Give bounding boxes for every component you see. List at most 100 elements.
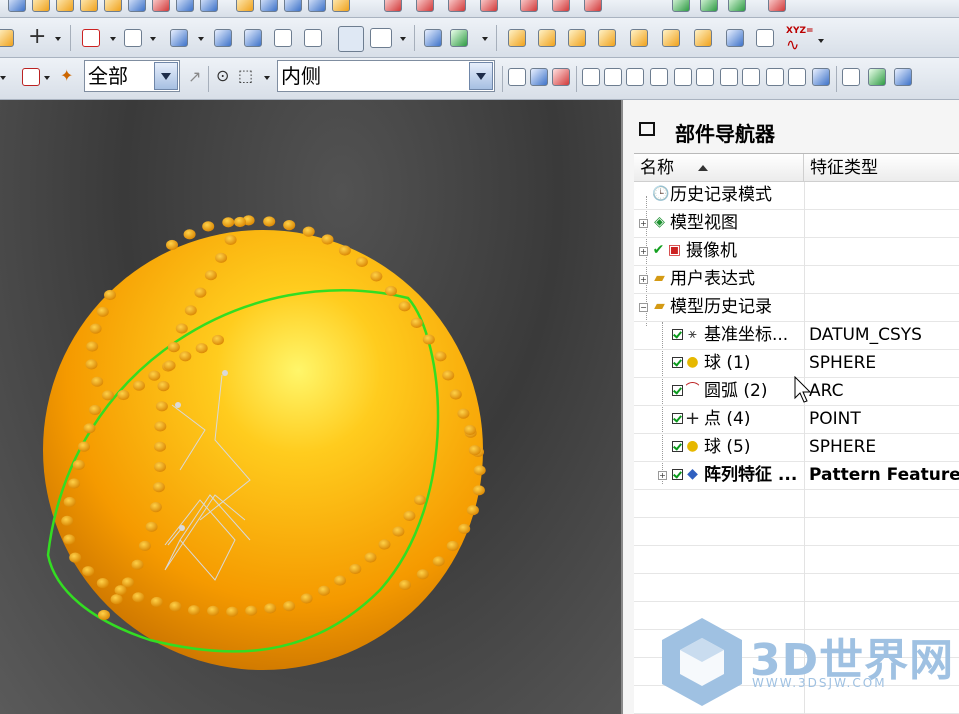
hidden-wireframe-icon[interactable]	[304, 29, 322, 47]
trim-icon[interactable]	[416, 0, 434, 12]
selection-scope-combo[interactable]: 内侧	[277, 60, 495, 92]
sew-icon[interactable]	[728, 0, 746, 12]
arc-tool-icon[interactable]	[552, 0, 570, 12]
reposition-icon[interactable]	[450, 29, 468, 47]
shaded-icon[interactable]	[170, 29, 188, 47]
snap-line-icon[interactable]	[604, 68, 622, 86]
sweep-icon[interactable]	[80, 0, 98, 12]
wave-icon[interactable]: ∿	[786, 36, 799, 54]
spline-icon[interactable]	[480, 0, 498, 12]
tree-row-datum-csys[interactable]: ⚹ 基准坐标... DATUM_CSYS	[634, 322, 959, 350]
extrude-icon[interactable]	[32, 0, 50, 12]
type-filter-combo[interactable]: 全部	[84, 60, 180, 92]
tree-row-sphere-5[interactable]: ● 球 (5) SPHERE	[634, 434, 959, 462]
crosshair-icon[interactable]: +	[28, 26, 46, 48]
tree-row-sphere-1[interactable]: ● 球 (1) SPHERE	[634, 350, 959, 378]
surface-icon[interactable]	[672, 0, 690, 12]
chevron-down-icon[interactable]	[198, 37, 204, 41]
snap-quadrant-small-icon[interactable]	[742, 68, 760, 86]
select-face-icon[interactable]	[530, 68, 548, 86]
file-icon[interactable]	[8, 0, 26, 12]
snap-curve-icon[interactable]	[650, 68, 668, 86]
tree-row-pattern-feature[interactable]: + ◆ 阵列特征 ... Pattern Feature	[634, 462, 959, 490]
snap-tangent-icon[interactable]	[674, 68, 692, 86]
curve-icon[interactable]	[448, 0, 466, 12]
visibility-checkbox[interactable]	[672, 413, 683, 424]
snap-control-icon[interactable]	[568, 29, 586, 47]
tree-row-cameras[interactable]: + ✔ ▣ 摄像机	[634, 238, 959, 266]
chevron-down-icon[interactable]	[482, 37, 488, 41]
visibility-checkbox[interactable]	[672, 469, 683, 480]
tree-row-model-views[interactable]: + ◈ 模型视图	[634, 210, 959, 238]
unite-icon[interactable]	[200, 0, 218, 12]
graphics-viewport[interactable]	[0, 100, 621, 714]
select-body-icon[interactable]	[508, 68, 526, 86]
chevron-down-icon[interactable]	[0, 76, 6, 80]
chevron-down-icon[interactable]	[110, 37, 116, 41]
boss-icon[interactable]	[152, 0, 170, 12]
snap-intersect-icon[interactable]	[696, 68, 714, 86]
snap-on-face-icon[interactable]	[756, 29, 774, 47]
cone-icon[interactable]	[260, 0, 278, 12]
revolve-icon[interactable]	[56, 0, 74, 12]
shaded-edges-icon[interactable]	[214, 29, 232, 47]
select-feature-icon[interactable]	[552, 68, 570, 86]
selection-scope-dropdown-button[interactable]	[469, 62, 493, 90]
visibility-checkbox[interactable]	[672, 329, 683, 340]
column-header-type[interactable]: 特征类型	[804, 154, 959, 182]
snap-endpoint-small-icon[interactable]	[582, 68, 600, 86]
chevron-down-icon[interactable]	[55, 37, 61, 41]
snap-point-icon[interactable]: ✦	[60, 67, 73, 85]
grid-icon[interactable]	[842, 68, 860, 86]
background-icon[interactable]	[370, 28, 392, 48]
display-icon[interactable]	[894, 68, 912, 86]
tree-row-history-mode[interactable]: 🕒 历史记录模式	[634, 182, 959, 210]
edit-feature-icon[interactable]	[384, 0, 402, 12]
face-icon[interactable]	[700, 0, 718, 12]
chevron-down-icon[interactable]	[818, 39, 824, 43]
snap-existing-point-icon[interactable]	[694, 29, 712, 47]
collapse-icon[interactable]: −	[639, 303, 648, 312]
subtract-icon[interactable]	[308, 0, 326, 12]
visibility-checkbox[interactable]	[672, 357, 683, 368]
offset-curve-icon[interactable]	[768, 0, 786, 12]
tree-row-model-history[interactable]: − ▰ 模型历史记录	[634, 294, 959, 322]
studio-icon[interactable]	[244, 29, 262, 47]
move-object-icon[interactable]	[424, 29, 442, 47]
wireframe-icon[interactable]	[274, 29, 292, 47]
snap-center-icon[interactable]	[630, 29, 648, 47]
section-view-icon[interactable]	[124, 29, 142, 47]
chevron-down-icon[interactable]	[400, 37, 406, 41]
snap-circle-center-icon[interactable]	[720, 68, 738, 86]
snap-face-icon[interactable]	[812, 68, 830, 86]
type-filter-dropdown-button[interactable]	[154, 62, 178, 90]
visibility-checkbox[interactable]	[672, 441, 683, 452]
intersect-icon[interactable]	[332, 0, 350, 12]
expand-icon[interactable]: +	[639, 275, 648, 284]
expand-icon[interactable]: +	[639, 219, 648, 228]
tree-row-user-expressions[interactable]: + ▰ 用户表达式	[634, 266, 959, 294]
snap-midpoint-icon[interactable]	[538, 29, 556, 47]
snap-plus-icon[interactable]	[766, 68, 784, 86]
block-icon[interactable]	[284, 0, 302, 12]
color-icon[interactable]	[868, 68, 886, 86]
circle-icon[interactable]	[584, 0, 602, 12]
select-tool-icon[interactable]: ↗	[188, 68, 201, 86]
point-select-icon[interactable]: ⊙	[216, 67, 229, 85]
expand-icon[interactable]: +	[639, 247, 648, 256]
snap-endpoint-icon[interactable]	[508, 29, 526, 47]
fit-view-icon[interactable]	[82, 29, 100, 47]
navigator-pin-icon[interactable]	[639, 122, 655, 136]
tree-row-point-4[interactable]: + 点 (4) POINT	[634, 406, 959, 434]
snap-quadrant-icon[interactable]	[662, 29, 680, 47]
snap-intersection-icon[interactable]	[598, 29, 616, 47]
column-header-name[interactable]: 名称	[634, 154, 804, 182]
blend-icon[interactable]	[104, 0, 122, 12]
cylinder-icon[interactable]	[236, 0, 254, 12]
model-view-tool-icon[interactable]	[338, 26, 364, 52]
chevron-down-icon[interactable]	[264, 76, 270, 80]
layer-icon[interactable]	[0, 29, 14, 47]
line-icon[interactable]	[520, 0, 538, 12]
visibility-checkbox[interactable]	[672, 385, 683, 396]
expand-icon[interactable]: +	[658, 471, 667, 480]
